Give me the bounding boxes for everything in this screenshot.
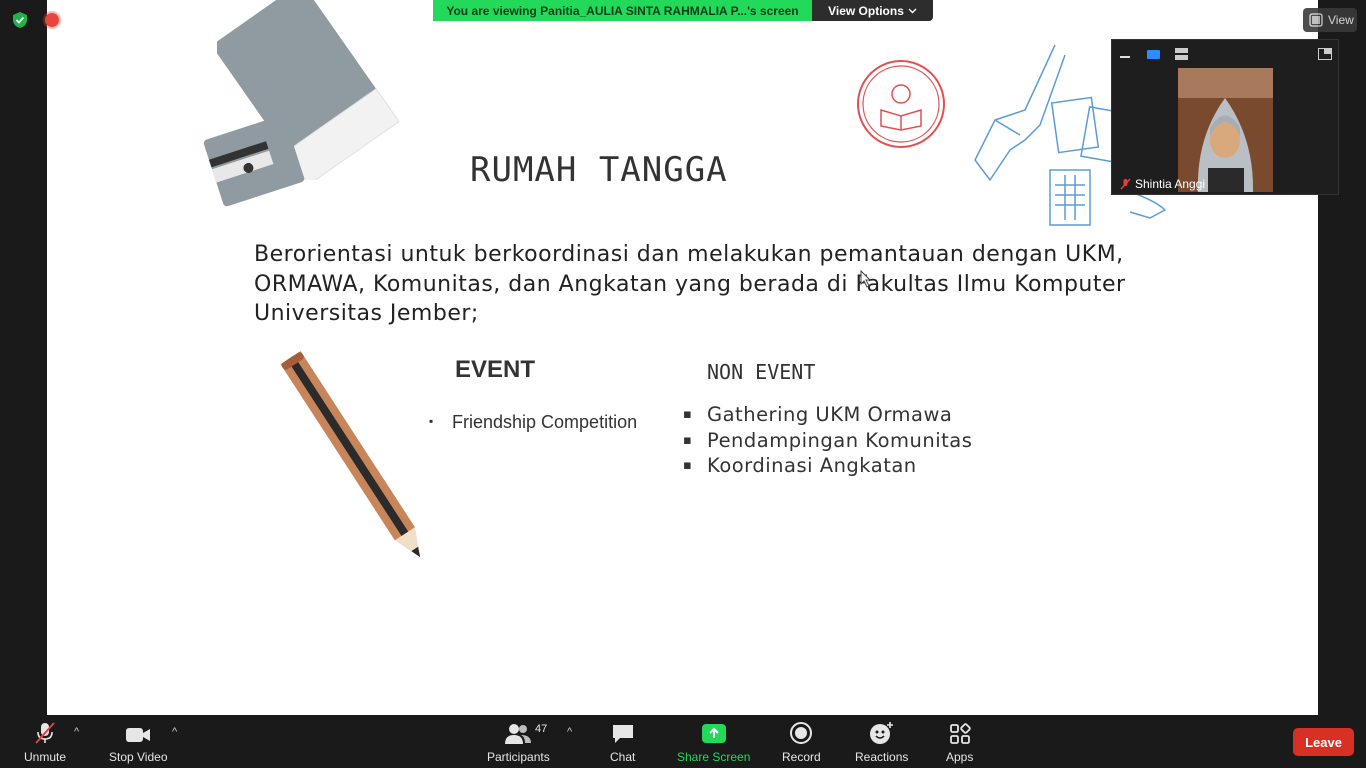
slide-description: Berorientasi untuk berkoordinasi dan mel… — [254, 242, 1126, 326]
participants-label: Participants — [487, 750, 550, 764]
share-banner: You are viewing Panitia_AULIA SINTA RAHM… — [433, 0, 933, 21]
list-item: Koordinasi Angkatan — [683, 453, 972, 479]
video-options-caret-icon[interactable]: ^ — [172, 726, 177, 738]
reactions-label: Reactions — [855, 750, 909, 764]
nonevent-heading: NON EVENT — [707, 360, 816, 384]
stop-video-button[interactable]: Stop Video — [109, 721, 168, 764]
audio-options-caret-icon[interactable]: ^ — [74, 726, 79, 738]
gallery-strip-icon[interactable] — [1174, 48, 1188, 60]
apps-label: Apps — [946, 750, 974, 764]
reactions-button[interactable]: Reactions — [855, 721, 908, 764]
record-button[interactable]: Record — [782, 721, 821, 764]
view-button[interactable]: View — [1303, 8, 1357, 32]
share-screen-icon — [701, 724, 726, 743]
apps-button[interactable]: Apps — [946, 721, 973, 764]
leave-button[interactable]: Leave — [1293, 728, 1354, 756]
security-shield-icon[interactable] — [11, 11, 29, 29]
event-list: Friendship Competition — [429, 412, 637, 433]
pencil-illustration — [280, 351, 421, 558]
share-banner-text: You are viewing Panitia_AULIA SINTA RAHM… — [433, 0, 812, 21]
mic-muted-icon — [35, 722, 55, 744]
mouse-pointer-icon — [860, 270, 872, 288]
pop-out-icon[interactable] — [1318, 48, 1332, 60]
nonevent-list: Gathering UKM Ormawa Pendampingan Komuni… — [683, 402, 972, 479]
record-icon — [790, 722, 813, 744]
stop-video-label: Stop Video — [109, 750, 168, 764]
sharpener-illustration — [203, 115, 305, 207]
apps-icon — [949, 723, 971, 744]
participants-count: 47 — [535, 723, 548, 735]
view-options-button[interactable]: View Options — [812, 0, 933, 21]
view-label: View — [1328, 13, 1354, 27]
reactions-emoji-icon — [869, 722, 893, 744]
mic-muted-icon — [1120, 178, 1131, 190]
video-panel: Shintia Anggi — [1111, 39, 1339, 195]
chat-bubble-icon — [612, 725, 633, 743]
view-options-label: View Options — [828, 3, 904, 18]
participant-video — [1178, 68, 1273, 192]
slide-title: RUMAH TANGGA — [470, 150, 728, 190]
list-item: Gathering UKM Ormawa — [683, 402, 972, 428]
minimize-icon[interactable] — [1118, 48, 1132, 60]
unmute-button[interactable]: Unmute — [24, 721, 66, 764]
video-camera-icon — [126, 728, 151, 742]
participant-name: Shintia Anggi — [1135, 177, 1206, 191]
participants-options-caret-icon[interactable]: ^ — [567, 726, 572, 738]
unmute-label: Unmute — [24, 750, 67, 764]
lightbulb-book-icon — [857, 60, 945, 148]
share-screen-button[interactable]: Share Screen — [677, 721, 750, 764]
speaker-view-icon[interactable] — [1146, 48, 1160, 60]
recording-indicator-icon — [45, 13, 59, 27]
participants-icon — [505, 724, 532, 744]
event-heading: EVENT — [455, 356, 536, 383]
grid-view-icon — [1309, 13, 1323, 27]
chat-label: Chat — [610, 750, 636, 764]
record-label: Record — [782, 750, 821, 764]
chat-button[interactable]: Chat — [610, 721, 635, 764]
list-item: Pendampingan Komunitas — [683, 428, 972, 454]
share-screen-label: Share Screen — [677, 750, 751, 764]
participant-name-tag: Shintia Anggi — [1120, 177, 1205, 191]
chevron-down-icon — [908, 8, 917, 13]
list-item: Friendship Competition — [429, 412, 637, 433]
meeting-toolbar: Unmute ^ Stop Video ^ Participants 47 ^ … — [0, 715, 1366, 768]
